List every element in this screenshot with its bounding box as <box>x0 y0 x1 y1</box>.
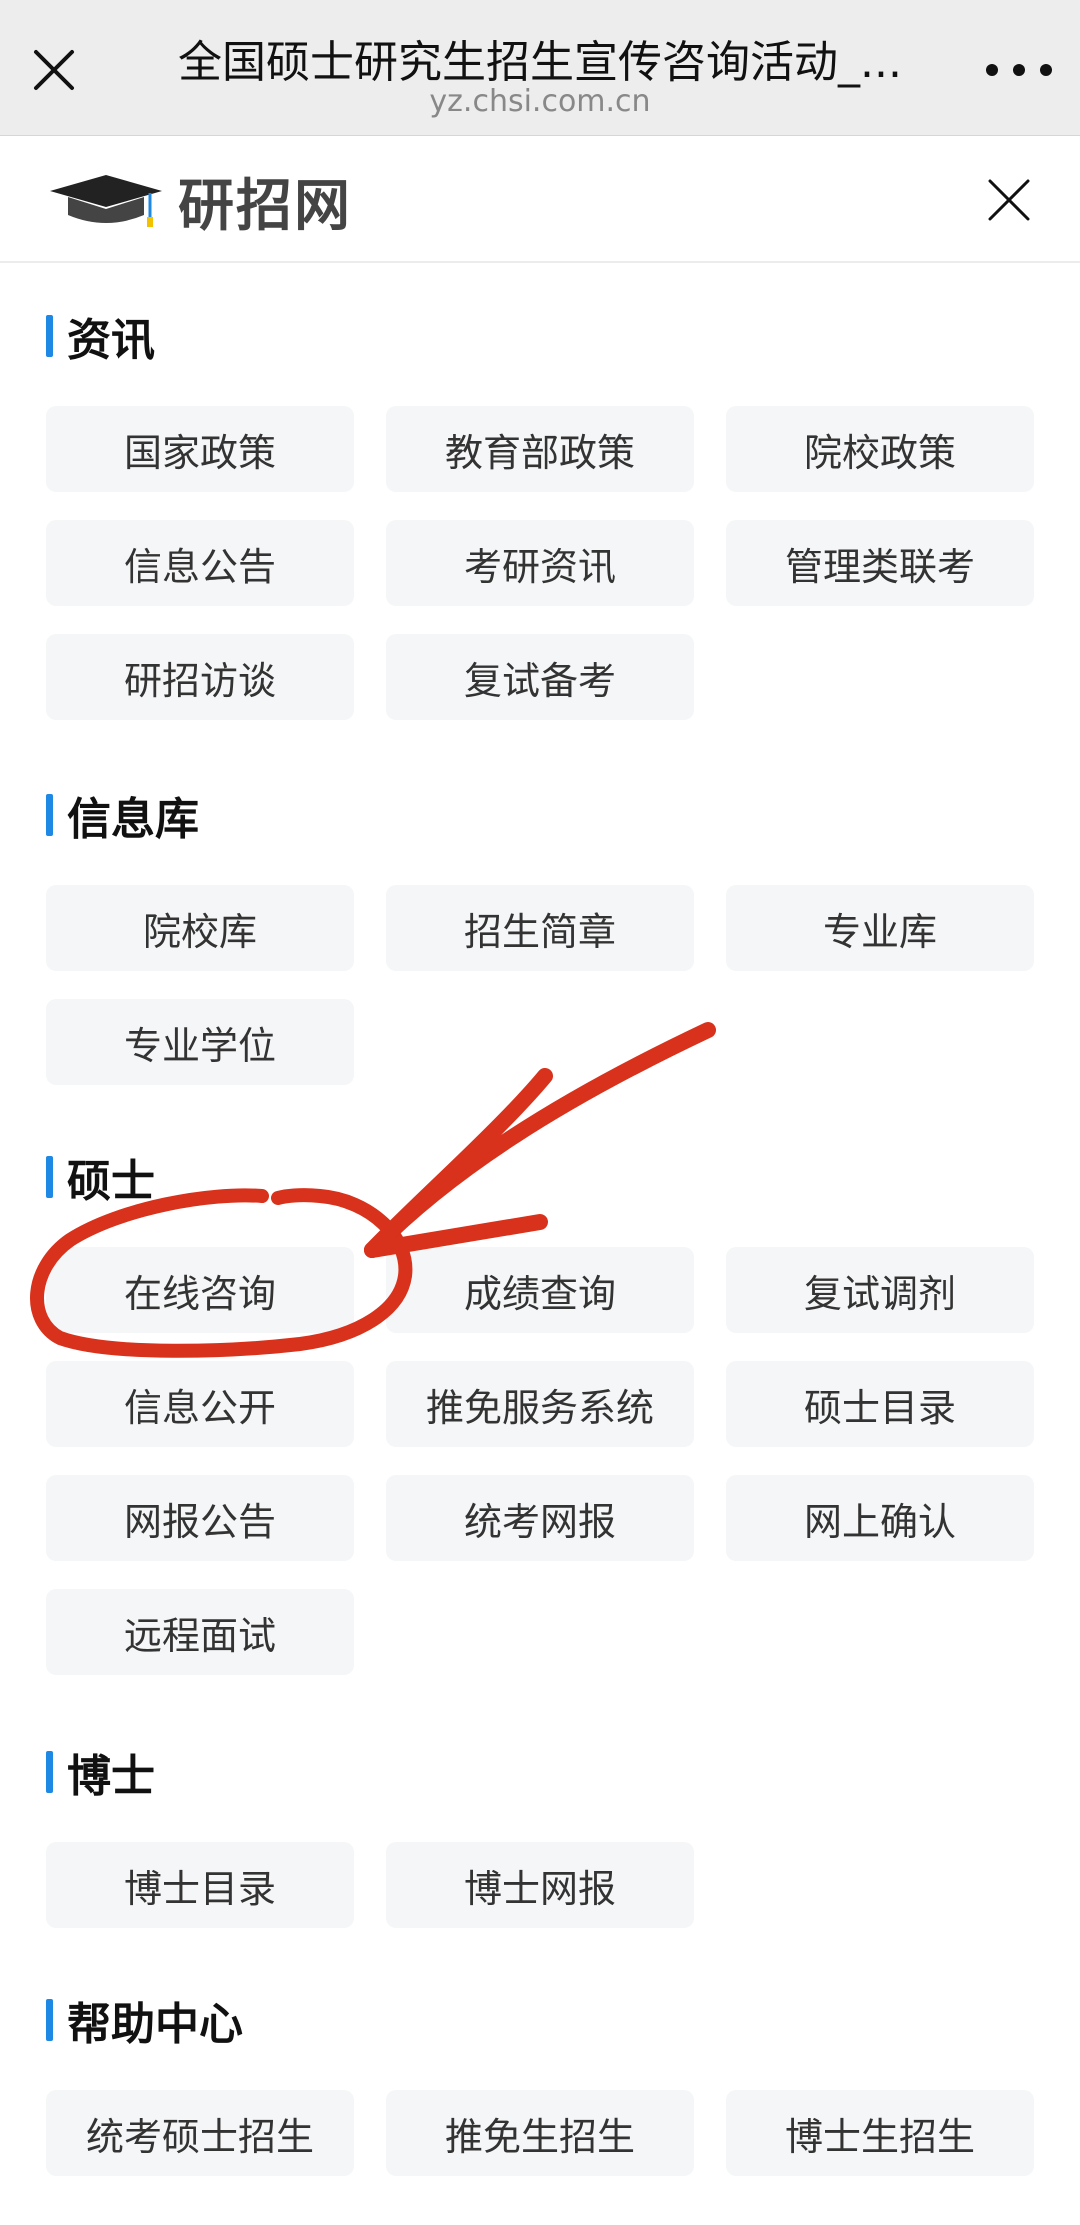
menu-item[interactable]: 专业学位 <box>46 999 354 1085</box>
section-title: 帮助中心 <box>46 1990 1036 2050</box>
section-marker <box>46 1999 53 2041</box>
menu-item[interactable]: 硕士目录 <box>726 1361 1034 1447</box>
menu-item[interactable]: 信息公开 <box>46 1361 354 1447</box>
menu-item[interactable]: 博士目录 <box>46 1842 354 1928</box>
section-marker <box>46 1751 53 1793</box>
menu-item[interactable]: 国家政策 <box>46 406 354 492</box>
menu-item[interactable]: 复试备考 <box>386 634 694 720</box>
menu-grid: 在线咨询 成绩查询 复试调剂 信息公开 推免服务系统 硕士目录 网报公告 统考网… <box>46 1247 1036 1675</box>
page-url: yz.chsi.com.cn <box>429 84 651 119</box>
menu-item[interactable]: 成绩查询 <box>386 1247 694 1333</box>
logo-text: 研招网 <box>178 172 352 239</box>
graduation-cap-icon <box>50 175 162 227</box>
menu-item[interactable]: 专业库 <box>726 885 1034 971</box>
section-title: 信息库 <box>46 785 1036 845</box>
menu-item[interactable]: 网报公告 <box>46 1475 354 1561</box>
menu-item[interactable]: 信息公告 <box>46 520 354 606</box>
section-database: 信息库 院校库 招生简章 专业库 专业学位 <box>46 785 1036 1085</box>
site-header: 研招网 <box>0 137 1080 263</box>
site-logo[interactable]: 研招网 <box>46 163 352 239</box>
menu-item[interactable]: 网上确认 <box>726 1475 1034 1561</box>
section-news: 资讯 国家政策 教育部政策 院校政策 信息公告 考研资讯 管理类联考 研招访谈 … <box>46 306 1036 720</box>
annotation-arrow-head <box>364 1214 548 1258</box>
menu-item[interactable]: 统考网报 <box>386 1475 694 1561</box>
section-marker <box>46 794 53 836</box>
menu-item[interactable]: 推免生招生 <box>386 2090 694 2176</box>
section-master: 硕士 在线咨询 成绩查询 复试调剂 信息公开 推免服务系统 硕士目录 网报公告 … <box>46 1147 1036 1675</box>
more-icon[interactable] <box>986 52 1052 88</box>
menu-item[interactable]: 博士生招生 <box>726 2090 1034 2176</box>
menu-item[interactable]: 推免服务系统 <box>386 1361 694 1447</box>
page-title: 全国硕士研究生招生宣传咨询活动_... <box>178 37 902 88</box>
section-title: 硕士 <box>46 1147 1036 1207</box>
menu-grid: 院校库 招生简章 专业库 专业学位 <box>46 885 1036 1085</box>
menu-grid: 国家政策 教育部政策 院校政策 信息公告 考研资讯 管理类联考 研招访谈 复试备… <box>46 406 1036 720</box>
menu-item[interactable]: 复试调剂 <box>726 1247 1034 1333</box>
section-help-center: 帮助中心 统考硕士招生 推免生招生 博士生招生 <box>46 1990 1036 2176</box>
menu-item[interactable]: 博士网报 <box>386 1842 694 1928</box>
section-marker <box>46 315 53 357</box>
menu-item[interactable]: 研招访谈 <box>46 634 354 720</box>
menu-item[interactable]: 招生简章 <box>386 885 694 971</box>
menu-item[interactable]: 教育部政策 <box>386 406 694 492</box>
section-title: 博士 <box>46 1742 1036 1802</box>
section-marker <box>46 1156 53 1198</box>
menu-item[interactable]: 管理类联考 <box>726 520 1034 606</box>
menu-grid: 博士目录 博士网报 <box>46 1842 1036 1928</box>
menu-grid: 统考硕士招生 推免生招生 博士生招生 <box>46 2090 1036 2176</box>
menu-item[interactable]: 统考硕士招生 <box>46 2090 354 2176</box>
menu-item[interactable]: 院校政策 <box>726 406 1034 492</box>
menu-item[interactable]: 院校库 <box>46 885 354 971</box>
close-icon[interactable] <box>28 44 80 96</box>
browser-top-bar: 全国硕士研究生招生宣传咨询活动_... yz.chsi.com.cn <box>0 0 1080 136</box>
section-title: 资讯 <box>46 306 1036 366</box>
menu-item[interactable]: 远程面试 <box>46 1589 354 1675</box>
menu-item-online-consult[interactable]: 在线咨询 <box>46 1247 354 1333</box>
menu-close-icon[interactable] <box>984 175 1034 225</box>
section-doctor: 博士 博士目录 博士网报 <box>46 1742 1036 1928</box>
menu-item[interactable]: 考研资讯 <box>386 520 694 606</box>
